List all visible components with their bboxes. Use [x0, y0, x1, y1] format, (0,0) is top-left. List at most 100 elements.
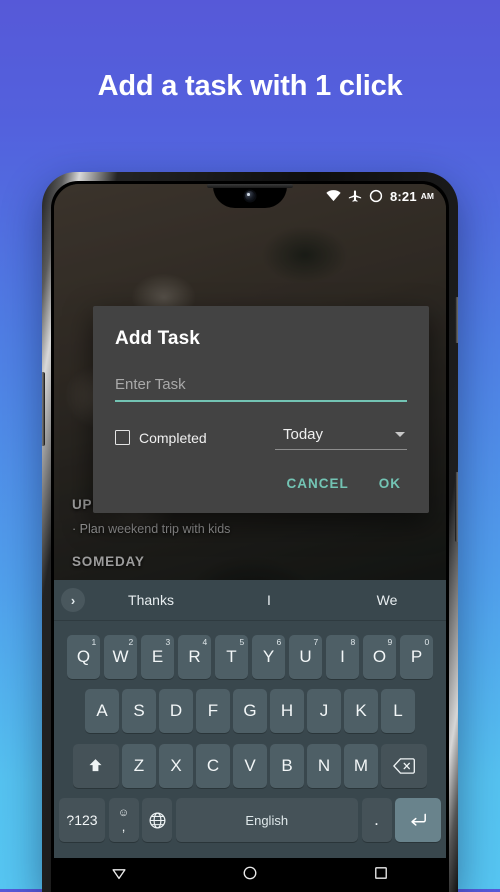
- language-globe-icon: [149, 812, 165, 829]
- enter-key[interactable]: [395, 798, 441, 843]
- key-c[interactable]: C: [196, 743, 230, 788]
- status-time: 8:21: [389, 188, 417, 204]
- key-y-number: 6: [276, 636, 282, 647]
- key-u-letter: U: [299, 646, 312, 666]
- key-n[interactable]: N: [307, 743, 341, 788]
- key-q-letter: Q: [76, 646, 91, 666]
- suggestion-2[interactable]: I: [210, 592, 328, 608]
- page-title: Add a task with 1 click: [97, 70, 403, 102]
- add-task-dialog: Add Task Completed Today C: [93, 306, 429, 513]
- key-e-letter: E: [151, 646, 164, 666]
- key-o[interactable]: 9O: [362, 634, 397, 679]
- ok-button[interactable]: OK: [377, 472, 403, 495]
- backspace-key[interactable]: [381, 743, 428, 788]
- completed-checkbox-row[interactable]: Completed: [115, 430, 265, 446]
- key-row-1: 1Q 2W 3E 4R 5T 6Y 7U 8I 9O 0P: [57, 634, 443, 679]
- key-m[interactable]: M: [344, 743, 378, 788]
- key-x[interactable]: X: [159, 743, 193, 788]
- key-s[interactable]: S: [122, 689, 156, 734]
- home-circle-icon: [243, 866, 257, 879]
- key-row-3: Z X C V B N M: [57, 743, 443, 788]
- key-row-2: A S D F G H J K L: [57, 689, 443, 734]
- key-e-number: 3: [165, 636, 171, 647]
- battery-circle-icon: [369, 189, 383, 203]
- volume-button[interactable]: [455, 472, 458, 542]
- key-l[interactable]: L: [381, 689, 415, 734]
- key-b[interactable]: B: [270, 743, 304, 788]
- key-t[interactable]: 5T: [214, 634, 249, 679]
- key-w-letter: W: [112, 646, 129, 666]
- key-y[interactable]: 6Y: [251, 634, 286, 679]
- key-p-letter: P: [410, 646, 423, 666]
- due-date-spinner[interactable]: Today: [275, 426, 407, 450]
- key-r-number: 4: [202, 636, 208, 647]
- front-camera-icon: [245, 191, 255, 201]
- phone-screen: 8:21 AM UPCOMING · Plan weekend trip wit…: [54, 184, 446, 892]
- key-p[interactable]: 0P: [399, 634, 434, 679]
- key-e[interactable]: 3E: [140, 634, 175, 679]
- emoji-icon: ☺: [117, 807, 130, 820]
- dialog-actions: CANCEL OK: [115, 472, 407, 503]
- power-button[interactable]: [455, 297, 458, 343]
- key-i-letter: I: [340, 646, 345, 666]
- recents-square-icon: [374, 866, 387, 879]
- key-u[interactable]: 7U: [288, 634, 323, 679]
- key-z[interactable]: Z: [122, 743, 156, 788]
- language-key[interactable]: [142, 798, 172, 843]
- left-side-button[interactable]: [42, 372, 45, 446]
- key-f[interactable]: F: [196, 689, 230, 734]
- phone-bezel: 8:21 AM UPCOMING · Plan weekend trip wit…: [51, 181, 449, 892]
- suggestion-1[interactable]: Thanks: [92, 592, 210, 608]
- key-q-number: 1: [91, 636, 97, 647]
- input-underline: [115, 400, 407, 402]
- period-key[interactable]: .: [361, 798, 392, 843]
- home-button[interactable]: [241, 864, 259, 887]
- key-a[interactable]: A: [85, 689, 119, 734]
- key-row-4: ?123 ☺ , English .: [57, 798, 443, 843]
- earpiece-speaker-icon: [207, 184, 293, 188]
- emoji-comma-key[interactable]: ☺ ,: [108, 798, 139, 843]
- key-o-number: 9: [387, 636, 393, 647]
- key-u-number: 7: [313, 636, 319, 647]
- key-p-number: 0: [424, 636, 430, 647]
- completed-label: Completed: [139, 429, 207, 446]
- suggestion-3[interactable]: We: [328, 592, 446, 608]
- key-w[interactable]: 2W: [103, 634, 138, 679]
- shift-icon: [89, 759, 102, 772]
- camera-highlight: [247, 193, 250, 196]
- key-w-number: 2: [128, 636, 134, 647]
- shift-key[interactable]: [72, 743, 119, 788]
- back-triangle-icon: [112, 868, 126, 879]
- key-i[interactable]: 8I: [325, 634, 360, 679]
- key-k[interactable]: K: [344, 689, 378, 734]
- airplane-mode-icon: [348, 189, 362, 203]
- key-d[interactable]: D: [159, 689, 193, 734]
- dialog-title: Add Task: [115, 328, 200, 349]
- spacebar[interactable]: English: [175, 798, 358, 843]
- completed-checkbox[interactable]: [115, 430, 130, 445]
- suggestions-expand-button[interactable]: ›: [54, 588, 92, 612]
- key-h[interactable]: H: [270, 689, 304, 734]
- key-v[interactable]: V: [233, 743, 267, 788]
- symbols-key[interactable]: ?123: [59, 798, 105, 843]
- key-r[interactable]: 4R: [177, 634, 212, 679]
- key-rows: 1Q 2W 3E 4R 5T 6Y 7U 8I 9O 0P A S D F G …: [54, 621, 446, 858]
- chevron-right-icon: ›: [61, 588, 85, 612]
- key-j[interactable]: J: [307, 689, 341, 734]
- enter-key-icon: [411, 814, 426, 827]
- key-g[interactable]: G: [233, 689, 267, 734]
- key-o-letter: O: [372, 646, 387, 666]
- due-date-value: Today: [283, 425, 324, 443]
- cancel-button[interactable]: CANCEL: [285, 472, 351, 495]
- recents-button[interactable]: [372, 864, 390, 887]
- back-button[interactable]: [110, 864, 128, 887]
- dialog-options-row: Completed Today: [115, 426, 407, 450]
- status-ampm: AM: [420, 191, 434, 201]
- key-y-letter: Y: [262, 646, 275, 666]
- key-q[interactable]: 1Q: [66, 634, 101, 679]
- phone-mockup: 8:21 AM UPCOMING · Plan weekend trip wit…: [42, 172, 458, 892]
- key-t-number: 5: [239, 636, 245, 647]
- key-i-number: 8: [350, 636, 356, 647]
- task-name-input[interactable]: [115, 376, 407, 400]
- wifi-icon: [326, 190, 341, 202]
